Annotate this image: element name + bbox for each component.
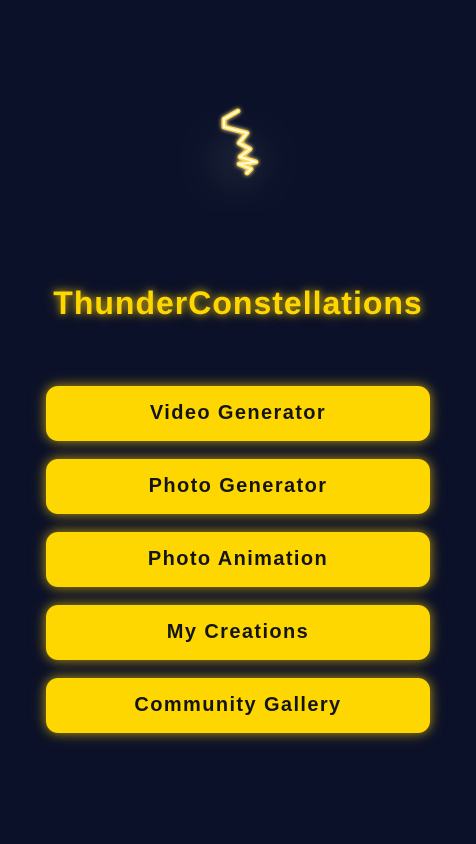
home-screen: ThunderConstellations Video Generator Ph… [0,0,476,844]
video-generator-button[interactable]: Video Generator [46,386,430,441]
lightning-bolt-icon [221,108,259,176]
app-title: ThunderConstellations [53,285,423,321]
photo-generator-button[interactable]: Photo Generator [46,459,430,514]
community-gallery-button[interactable]: Community Gallery [46,678,430,733]
main-menu: Video Generator Photo Generator Photo An… [46,386,430,751]
my-creations-button[interactable]: My Creations [46,605,430,660]
photo-animation-button[interactable]: Photo Animation [46,532,430,587]
app-logo [168,108,308,211]
